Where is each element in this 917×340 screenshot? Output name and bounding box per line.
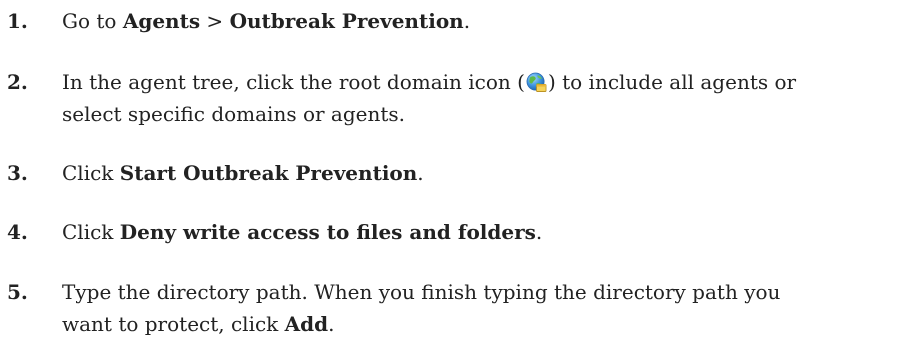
step-text: Type the directory path. When you finish… xyxy=(62,276,912,340)
menu-agents: Agents xyxy=(122,9,201,33)
step-text-run: . xyxy=(535,220,543,244)
step-text-run: Click xyxy=(62,220,120,244)
add-label: Add xyxy=(284,312,329,336)
step-number: 2. xyxy=(7,70,28,94)
step-number: 5. xyxy=(7,280,28,304)
step-text-run: In the agent tree, click the root domain… xyxy=(62,70,525,94)
step-text-run: > xyxy=(200,9,230,33)
step-number: 4. xyxy=(7,220,28,244)
step-text: Click Deny write access to files and fol… xyxy=(62,216,912,248)
menu-outbreak-prevention: Outbreak Prevention xyxy=(229,9,464,33)
step-text: Go to Agents > Outbreak Prevention. xyxy=(62,5,912,37)
start-outbreak-prevention-label: Start Outbreak Prevention xyxy=(119,161,418,185)
step-text-run: Type the directory path. When you finish… xyxy=(62,280,781,304)
step-text: In the agent tree, click the root domain… xyxy=(62,66,912,130)
step-number: 3. xyxy=(7,161,28,185)
step-text-run: want to protect, click xyxy=(62,312,285,336)
root-domain-globe-icon xyxy=(526,72,547,92)
step-text-run: . xyxy=(463,9,471,33)
step-text-run: Click xyxy=(62,161,120,185)
deny-write-access-label: Deny write access to files and folders xyxy=(119,220,536,244)
step-text-run: . xyxy=(328,312,335,336)
step-text-run: select specific domains or agents. xyxy=(62,102,406,126)
step-text-run: ) to include all agents or xyxy=(547,70,797,94)
step-text: Click Start Outbreak Prevention. xyxy=(62,157,912,189)
step-number: 1. xyxy=(7,9,28,33)
step-text-run: Go to xyxy=(62,9,123,33)
step-text-run: . xyxy=(417,161,424,185)
